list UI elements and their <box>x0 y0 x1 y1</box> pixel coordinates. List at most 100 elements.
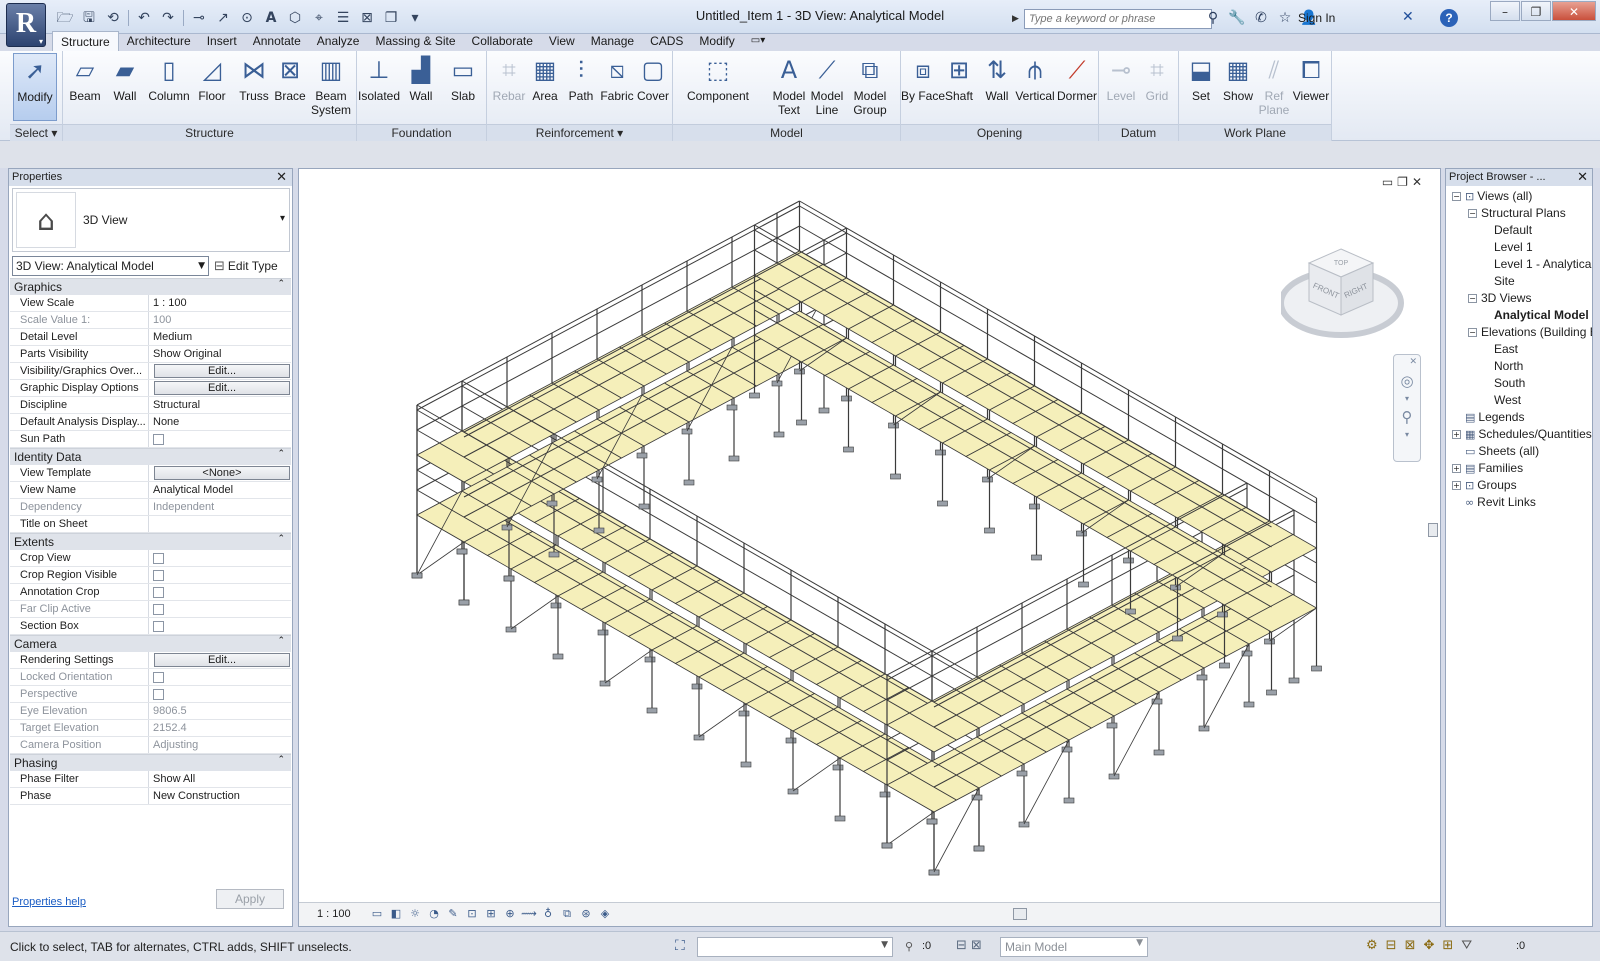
tab-cads[interactable]: CADS <box>642 31 691 51</box>
browser-item[interactable]: ∞ Revit Links <box>1452 494 1536 511</box>
communication-icon[interactable]: ✆ <box>1252 9 1270 27</box>
redo-icon[interactable]: ↷ <box>157 8 179 28</box>
restore-icon[interactable]: ❐ <box>1521 1 1551 21</box>
text-icon[interactable]: A <box>260 8 282 28</box>
browser-item[interactable]: −Elevations (Building Elevation) <box>1468 324 1592 341</box>
browser-item[interactable]: − Structural Plans <box>1468 205 1566 222</box>
tab-manage[interactable]: Manage <box>583 31 642 51</box>
tab-structure[interactable]: Structure <box>52 31 119 51</box>
prop-value[interactable]: 1 : 100 <box>153 297 187 309</box>
tab-collaborate[interactable]: Collaborate <box>464 31 541 51</box>
select-pinned-icon[interactable]: ⊠ <box>1405 938 1416 953</box>
dimension-icon[interactable]: ↗ <box>212 8 234 28</box>
exchange-apps-icon[interactable]: ✕ <box>1402 9 1414 25</box>
switch-windows-icon[interactable]: ❐ <box>380 8 402 28</box>
collapse-icon[interactable]: ⌃ <box>277 636 285 646</box>
minimize-icon[interactable]: – <box>1490 1 1520 21</box>
isolated-button[interactable]: ⊥ Isolated <box>357 53 401 121</box>
temp-view-properties-icon[interactable]: ⧉ <box>559 906 575 922</box>
horizontal-scrollbar[interactable] <box>629 908 1419 922</box>
customize-icon[interactable]: ▾ <box>404 8 426 28</box>
tab-massing-site[interactable]: Massing & Site <box>367 31 463 51</box>
tab-analyze[interactable]: Analyze <box>309 31 368 51</box>
collapse-icon[interactable]: ⌃ <box>277 534 285 544</box>
prop-value-cell[interactable]: Structural <box>149 397 291 413</box>
highlight-displacement-icon[interactable]: ◈ <box>597 906 613 922</box>
type-selector[interactable]: ⌂ 3D View ▾ <box>12 188 290 252</box>
collapse-icon[interactable]: − <box>1452 192 1461 201</box>
model-group-button[interactable]: ⧉ Model Group <box>848 53 892 121</box>
horizontal-scrollbar[interactable] <box>1450 898 1588 910</box>
prop-group-identity-data[interactable]: Identity Data ⌃ <box>10 448 291 465</box>
cover-button[interactable]: ▢ Cover <box>631 53 675 121</box>
shadows-icon[interactable]: ◔ <box>426 906 442 922</box>
properties-help-link[interactable]: Properties help <box>12 896 86 908</box>
viewcube[interactable]: TOP FRONT RIGHT <box>1281 239 1405 343</box>
prop-value[interactable]: Analytical Model <box>153 484 233 496</box>
prop-value-cell[interactable]: Edit... <box>149 380 291 396</box>
browser-item[interactable]: ▭ Sheets (all) <box>1452 443 1539 460</box>
browser-item[interactable]: East <box>1494 341 1518 358</box>
select-by-face-icon[interactable]: ✥ <box>1423 938 1434 953</box>
subscription-icon[interactable]: 🔧 <box>1228 9 1246 27</box>
crop-view-icon[interactable]: ⊡ <box>464 906 480 922</box>
close-icon[interactable]: ✕ <box>1552 1 1596 21</box>
scaffold-model-3d[interactable] <box>299 169 1429 902</box>
prop-value-cell[interactable]: <None> <box>149 465 291 481</box>
model-line-button[interactable]: ⟋ Model Line <box>805 53 849 121</box>
analytical-model-icon[interactable]: ⊛ <box>578 906 594 922</box>
restore-icon[interactable]: ❐ <box>1397 175 1408 189</box>
minimize-icon[interactable]: ▭ <box>1382 175 1393 189</box>
prop-checkbox[interactable] <box>153 553 164 564</box>
prop-value-cell[interactable] <box>149 584 291 600</box>
instance-selector[interactable]: 3D View: Analytical Model ▼ <box>12 256 209 276</box>
browser-item[interactable]: Level 1 <box>1494 239 1533 256</box>
prop-value-cell[interactable]: 1 : 100 <box>149 295 291 311</box>
brace-button[interactable]: ⊠ Brace <box>268 53 312 121</box>
expand-icon[interactable]: + <box>1452 464 1461 473</box>
prop-checkbox[interactable] <box>153 587 164 598</box>
sign-in-button[interactable]: Sign In <box>1298 11 1335 25</box>
collapse-icon[interactable]: − <box>1468 294 1477 303</box>
tab-insert[interactable]: Insert <box>199 31 245 51</box>
viewer-button[interactable]: ⧠ Viewer <box>1289 53 1333 121</box>
prop-value-cell[interactable]: Edit... <box>149 652 291 668</box>
tab-architecture[interactable]: Architecture <box>119 31 199 51</box>
scrollbar-thumb[interactable] <box>1013 908 1027 920</box>
browser-item[interactable]: ▤ Legends <box>1452 409 1524 426</box>
close-hidden-icon[interactable]: ⊠ <box>356 8 378 28</box>
browser-item[interactable]: Analytical Model <box>1494 307 1589 324</box>
sun-path-icon[interactable]: ☼ <box>407 906 423 922</box>
collapse-icon[interactable]: ⌃ <box>277 279 285 289</box>
collapse-icon[interactable]: ⌃ <box>277 449 285 459</box>
prop-value-cell[interactable] <box>149 550 291 566</box>
application-menu-button[interactable]: R ▾ <box>6 3 46 47</box>
browser-item[interactable]: −3D Views <box>1468 290 1531 307</box>
unlock-view-icon[interactable]: ⊕ <box>502 906 518 922</box>
design-options-icon[interactable]: ⊟ ⊠ <box>956 938 982 953</box>
browser-item[interactable]: + ⊡ Groups <box>1452 477 1517 494</box>
ribbon-minimize-icon[interactable]: ▭▾ <box>743 31 773 51</box>
viewcube-top-label[interactable]: TOP <box>1334 260 1349 267</box>
prop-checkbox[interactable] <box>153 570 164 581</box>
browser-item[interactable]: South <box>1494 375 1525 392</box>
component-button[interactable]: ⬚ Component <box>683 53 753 121</box>
zoom-icon[interactable]: ⚲ <box>1394 405 1420 429</box>
collapse-icon[interactable]: − <box>1468 328 1477 337</box>
collapse-icon[interactable]: ⌃ <box>277 755 285 765</box>
search-input[interactable] <box>1024 9 1212 29</box>
prop-value[interactable]: Show Original <box>153 348 221 360</box>
scrollbar-thumb[interactable] <box>1428 523 1438 537</box>
thin-lines-icon[interactable]: ☰ <box>332 8 354 28</box>
expand-icon[interactable]: + <box>1452 430 1461 439</box>
dormer-button[interactable]: ⟋ Dormer <box>1055 53 1099 121</box>
drawing-area[interactable]: ▭ ❐ ✕ TOP FRONT RIGHT ✕ ◎ ▾ ⚲ ▾ 1 : 100 … <box>298 168 1441 927</box>
browser-item[interactable]: Level 1 - Analytical <box>1494 256 1592 273</box>
prop-group-camera[interactable]: Camera ⌃ <box>10 635 291 652</box>
chevron-down-icon[interactable]: ▾ <box>1394 393 1420 405</box>
prop-checkbox[interactable] <box>153 434 164 445</box>
prop-value-cell[interactable]: Edit... <box>149 363 291 379</box>
close-navbar-icon[interactable]: ✕ <box>1394 355 1420 369</box>
help-icon[interactable]: ? <box>1440 9 1458 27</box>
prop-value[interactable]: None <box>153 416 179 428</box>
